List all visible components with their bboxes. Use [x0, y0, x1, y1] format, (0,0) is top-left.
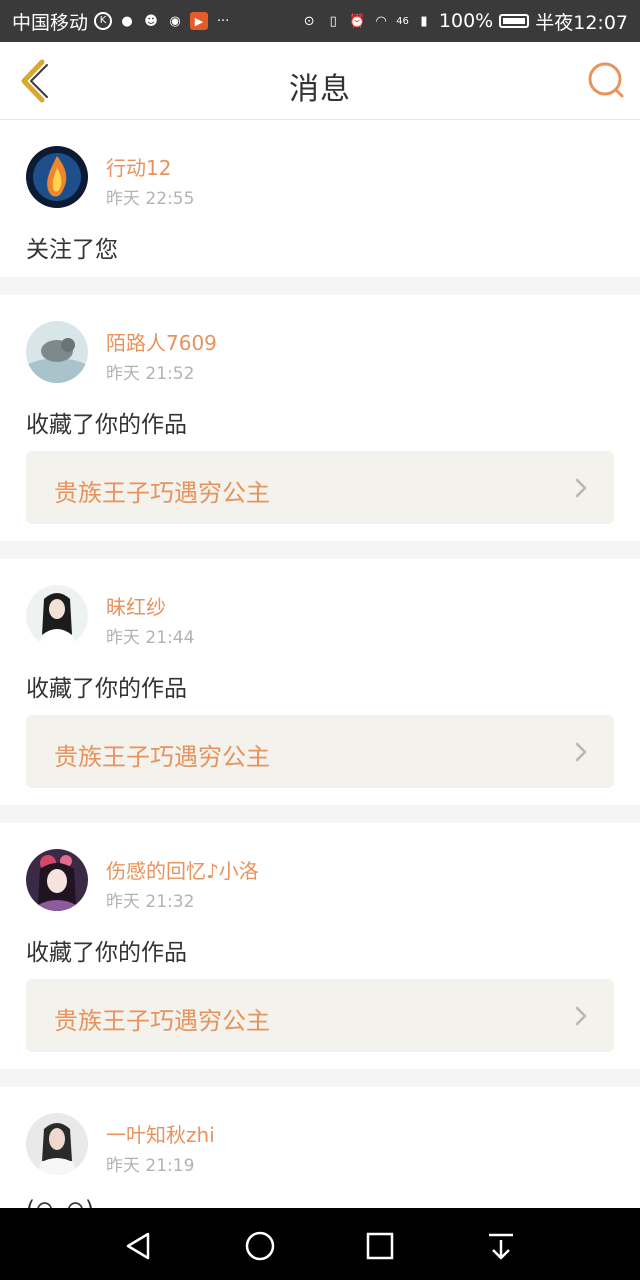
work-link[interactable]: 贵族王子巧遇穷公主 [26, 715, 614, 788]
user-avatar[interactable] [26, 321, 88, 383]
carrier-label: 中国移动 [12, 11, 89, 34]
k-app-icon: K [94, 12, 113, 30]
wechat-icon: ● [121, 13, 133, 29]
action-text: 收藏了你的作品 [26, 412, 187, 438]
username[interactable]: 一叶知秋zhi [106, 1119, 215, 1148]
chevron-right-icon [575, 742, 587, 762]
username[interactable]: 伤感的回忆♪小洛 [106, 855, 259, 884]
search-icon [588, 62, 624, 98]
network-type: 46 [396, 15, 409, 27]
header-bar: 消息 [0, 42, 640, 120]
system-nav-bar [0, 1208, 640, 1280]
work-link[interactable]: 贵族王子巧遇穷公主 [26, 979, 614, 1052]
wifi-icon: ◠ [375, 13, 387, 29]
home-circle-icon[interactable] [240, 1226, 280, 1266]
battery-percent: 100% [438, 10, 494, 32]
message-item[interactable]: 伤感的回忆♪小洛 昨天 21:32 收藏了你的作品 贵族王子巧遇穷公主 [0, 823, 640, 1069]
recent-apps-icon[interactable] [360, 1226, 400, 1266]
username[interactable]: 昧红纱 [106, 591, 166, 620]
username[interactable]: 行动12 [106, 152, 171, 181]
message-item[interactable]: 一叶知秋zhi 昨天 21:19 (⊙_⊙) [0, 1087, 640, 1208]
status-bar: 中国移动 K ● ☻ ◉ ▶ ··· ⊙ ▯ ⏰ ◠ 46 ▮ 100% 半夜1… [0, 0, 640, 42]
user-avatar[interactable] [26, 146, 88, 208]
alarm-icon: ⏰ [349, 13, 366, 29]
work-title: 贵族王子巧遇穷公主 [54, 479, 270, 507]
notification-pulldown-icon[interactable] [481, 1226, 521, 1266]
chevron-right-icon [575, 1006, 587, 1026]
work-title: 贵族王子巧遇穷公主 [54, 1007, 270, 1035]
signal-icon: ▮ [420, 13, 428, 29]
battery-icon [499, 14, 530, 28]
message-time: 昨天 22:55 [106, 189, 195, 209]
work-link[interactable]: 贵族王子巧遇穷公主 [26, 451, 614, 524]
message-list[interactable]: 行动12 昨天 22:55 关注了您 陌路人7609 昨天 21:52 收藏了你… [0, 120, 640, 1208]
more-notifications-icon: ··· [216, 13, 230, 29]
clock: 半夜12:07 [535, 11, 628, 34]
message-item[interactable]: 昧红纱 昨天 21:44 收藏了你的作品 贵族王子巧遇穷公主 [0, 559, 640, 805]
message-item[interactable]: 陌路人7609 昨天 21:52 收藏了你的作品 贵族王子巧遇穷公主 [0, 295, 640, 541]
location-icon: ⊙ [303, 13, 315, 29]
back-triangle-icon[interactable] [118, 1226, 158, 1266]
action-text: 收藏了你的作品 [26, 940, 187, 966]
message-item[interactable]: 行动12 昨天 22:55 关注了您 [0, 120, 640, 277]
vibrate-icon: ▯ [329, 13, 337, 29]
action-text: 收藏了你的作品 [26, 676, 187, 702]
action-text: (⊙_⊙) [26, 1197, 94, 1208]
message-time: 昨天 21:19 [106, 1156, 195, 1176]
page-title: 消息 [289, 72, 351, 107]
app-notification-icon: ☻ [144, 13, 158, 29]
action-text: 关注了您 [26, 237, 118, 263]
message-time: 昨天 21:44 [106, 628, 195, 648]
weibo-icon: ◉ [169, 13, 181, 29]
search-button[interactable] [586, 60, 626, 100]
message-time: 昨天 21:32 [106, 892, 195, 912]
video-app-icon: ▶ [190, 12, 209, 30]
user-avatar[interactable] [26, 585, 88, 647]
work-title: 贵族王子巧遇穷公主 [54, 743, 270, 771]
message-time: 昨天 21:52 [106, 364, 195, 384]
chevron-right-icon [575, 478, 587, 498]
user-avatar[interactable] [26, 849, 88, 911]
username[interactable]: 陌路人7609 [106, 327, 217, 356]
user-avatar[interactable] [26, 1113, 88, 1175]
